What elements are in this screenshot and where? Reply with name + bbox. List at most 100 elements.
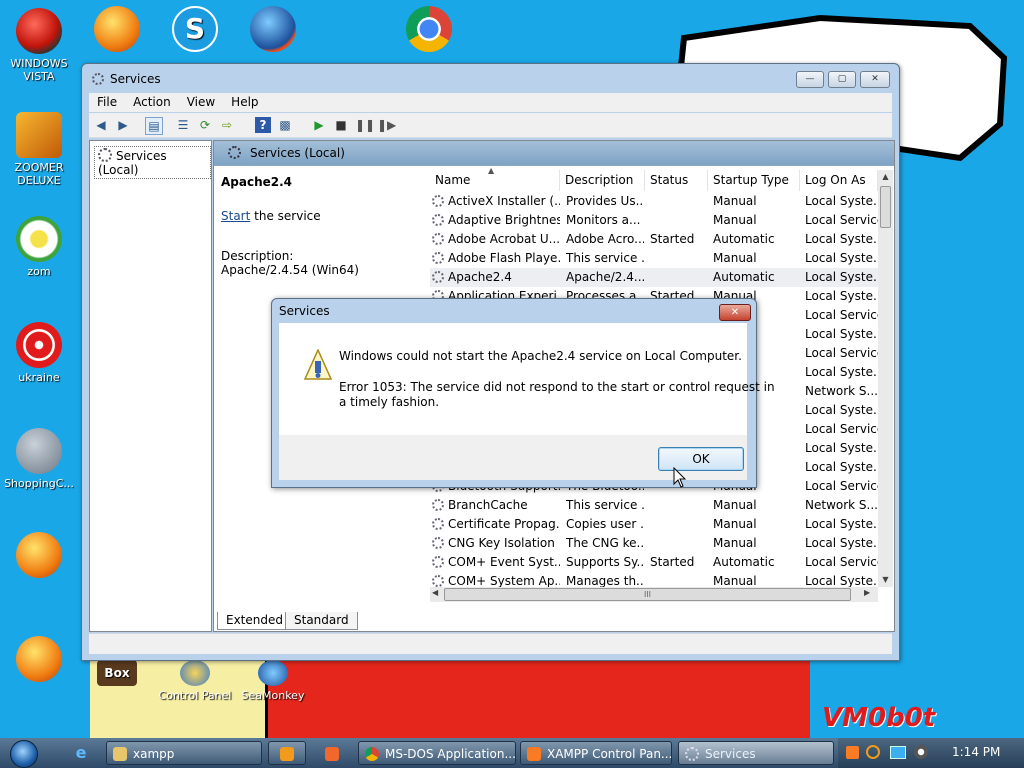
table-row[interactable]: Adobe Flash Playe... This service ... Manu… [430, 249, 878, 268]
table-row[interactable]: COM+ Event Syst... Supports Sy... Started A… [430, 553, 878, 572]
quick-launch-ie-icon[interactable]: e [72, 744, 90, 762]
taskbar-button-services[interactable]: Services [678, 741, 834, 765]
details-panel: Apache2.4 Start the service Description:… [221, 175, 421, 277]
desktop-icon-skype[interactable]: S [158, 6, 232, 55]
properties-icon[interactable]: ☰ [175, 117, 191, 133]
start-service-link[interactable]: Start [221, 209, 250, 223]
forward-arrow-icon[interactable]: ▶ [115, 117, 131, 133]
taskbar-button-xampp[interactable]: xampp [106, 741, 262, 765]
tree-item-services-local[interactable]: Services (Local) [94, 146, 211, 179]
cell-logon: Local Service [805, 479, 878, 493]
vertical-scrollbar[interactable]: ▲ ▼ [878, 170, 893, 587]
close-button[interactable]: ✕ [860, 71, 890, 88]
column-header-status[interactable]: Status [645, 170, 708, 191]
cell-startup: Manual [713, 251, 757, 265]
desktop-icon-seamonkey-top[interactable] [236, 6, 310, 55]
console-icon[interactable]: ▩ [277, 117, 293, 133]
tray-volume-icon[interactable] [914, 745, 928, 759]
taskbar-button-msdos[interactable]: MS-DOS Application... [358, 741, 516, 765]
taskbar-button-label: xampp [133, 747, 175, 761]
desktop-icon-zoomer[interactable]: ZOOMER DELUXE [2, 112, 76, 187]
help-icon[interactable]: ? [255, 117, 271, 133]
show-tree-icon[interactable]: ▤ [145, 117, 163, 135]
cell-status: Started [650, 555, 695, 569]
scroll-right-arrow-icon[interactable]: ▶ [864, 588, 870, 597]
tray-search-icon[interactable] [866, 745, 880, 759]
back-arrow-icon[interactable]: ◀ [93, 117, 109, 133]
desktop-icon-label: Control Panel [158, 689, 232, 702]
toolbar: ◀ ▶ ▤ ☰ ⟳ ⇨ ? ▩ ▶ ■ ❚❚ ❚▶ [89, 113, 892, 138]
table-row[interactable]: Apache2.4 Apache/2.4.... Automatic Local Sy… [430, 268, 878, 287]
desktop-icon-chrome[interactable] [392, 6, 466, 55]
column-header-startup-type[interactable]: Startup Type [708, 170, 800, 191]
clock[interactable]: 1:14 PM [952, 745, 1000, 759]
hscroll-thumb[interactable]: III [444, 588, 851, 601]
start-service-icon[interactable]: ▶ [311, 117, 327, 133]
minimize-button[interactable]: — [796, 71, 824, 88]
taskbar-button-media[interactable] [268, 741, 306, 765]
desktop-icon-box[interactable]: Box [80, 660, 154, 689]
desktop-icon-peggle-top[interactable] [80, 6, 154, 55]
gear-icon [432, 233, 444, 245]
cell-logon: Local Syste... [805, 365, 878, 379]
cell-desc: Copies user ... [566, 517, 644, 531]
scroll-left-arrow-icon[interactable]: ◀ [432, 588, 438, 597]
desktop-icon-peggle-me[interactable] [2, 636, 76, 685]
xampp-icon [527, 747, 541, 761]
ok-button[interactable]: OK [658, 447, 744, 471]
scroll-thumb[interactable] [880, 186, 891, 228]
menu-file[interactable]: File [89, 93, 125, 109]
scroll-down-arrow-icon[interactable]: ▼ [878, 573, 893, 587]
table-row[interactable]: Adaptive Brightness Monitors a... Manual Lo… [430, 211, 878, 230]
scroll-up-arrow-icon[interactable]: ▲ [878, 170, 893, 184]
start-suffix: the service [250, 209, 321, 223]
dialog-error-line1: Error 1053: The service did not respond … [339, 380, 775, 394]
table-row[interactable]: Certificate Propag... Copies user ... Manu… [430, 515, 878, 534]
dialog-close-button[interactable]: ✕ [719, 304, 751, 321]
taskbar-button-app[interactable] [312, 741, 352, 765]
dialog-body: Windows could not start the Apache2.4 se… [279, 323, 775, 435]
desktop-icon-shopping[interactable]: ShoppingC... [2, 428, 76, 490]
cell-name: Adaptive Brightness [448, 213, 560, 227]
table-row[interactable]: Adobe Acrobat U... Adobe Acro... Started Au… [430, 230, 878, 249]
dialog-message: Windows could not start the Apache2.4 se… [339, 349, 742, 363]
cell-name: COM+ Event Syst... [448, 555, 560, 569]
stop-service-icon[interactable]: ■ [333, 117, 349, 133]
desktop-icon-windows-vista[interactable]: WINDOWS VISTA [2, 8, 76, 83]
peggle-icon [94, 6, 140, 52]
column-header-name[interactable]: Name [430, 170, 560, 191]
menu-view[interactable]: View [179, 93, 223, 109]
taskbar-button-xampp-control[interactable]: XAMPP Control Pan... [520, 741, 672, 765]
window-gear-icon [92, 73, 104, 85]
export-icon[interactable]: ⇨ [219, 117, 235, 133]
start-button[interactable] [4, 738, 44, 768]
table-row[interactable]: CNG Key Isolation The CNG ke... Manual Loca… [430, 534, 878, 553]
desktop-icon-seamonkey[interactable]: SeaMonkey [236, 660, 310, 702]
table-row[interactable]: BranchCache This service ... Manual Network… [430, 496, 878, 515]
cell-logon: Local Syste... [805, 289, 878, 303]
menu-action[interactable]: Action [125, 93, 179, 109]
horizontal-scrollbar[interactable]: ◀ III ▶ [430, 587, 878, 602]
cell-logon: Local Syste... [805, 517, 878, 531]
tray-monitor-icon[interactable] [890, 746, 906, 759]
menu-help[interactable]: Help [223, 93, 266, 109]
desktop-icon-zom[interactable]: zom [2, 216, 76, 278]
gear-icon [432, 556, 444, 568]
desktop-icon-label: ShoppingC... [4, 477, 74, 490]
refresh-icon[interactable]: ⟳ [197, 117, 213, 133]
column-header-log-on-as[interactable]: Log On As [800, 170, 878, 191]
tray-xampp-icon[interactable] [846, 746, 859, 759]
tab-standard[interactable]: Standard [285, 612, 358, 630]
desktop-icon-ukraine[interactable]: ukraine [2, 322, 76, 384]
cell-desc: Provides Us... [566, 194, 644, 208]
desktop-icon-control-panel[interactable]: Control Panel [158, 660, 232, 702]
pause-service-icon[interactable]: ❚❚ [355, 117, 375, 133]
column-header-description[interactable]: Description [560, 170, 645, 191]
table-row[interactable]: ActiveX Installer (... Provides Us... Manu… [430, 192, 878, 211]
restart-service-icon[interactable]: ❚▶ [377, 117, 396, 133]
tab-extended[interactable]: Extended [217, 612, 292, 630]
cell-desc: This service ... [566, 251, 644, 265]
maximize-button[interactable]: ▢ [828, 71, 856, 88]
taskbar: e xampp MS-DOS Application... XAMPP Cont… [0, 738, 1024, 768]
desktop-icon-peggle[interactable] [2, 532, 76, 581]
